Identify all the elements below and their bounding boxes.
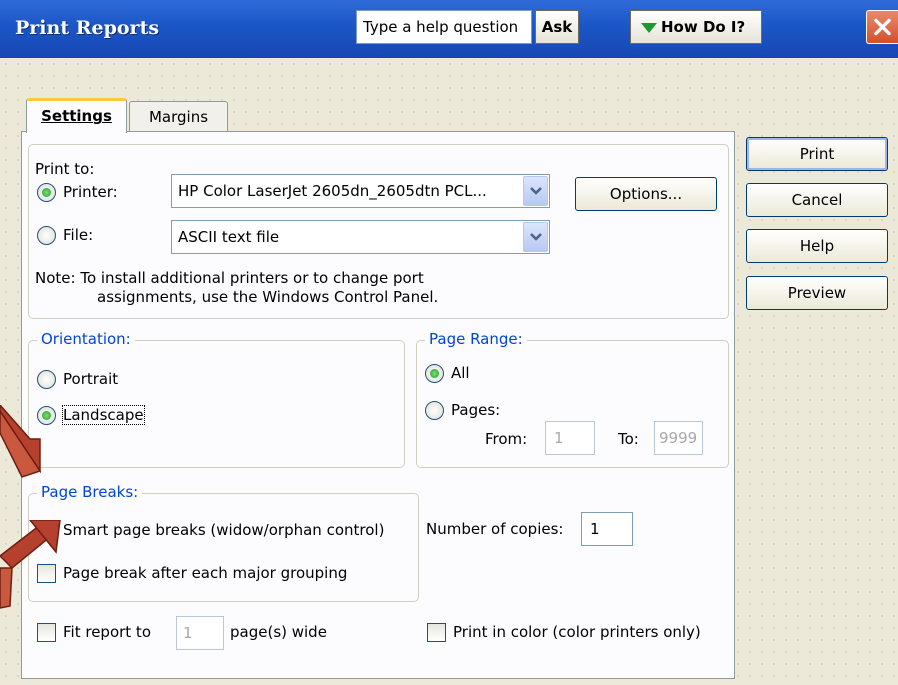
printer-label[interactable]: Printer: — [63, 183, 118, 201]
preview-button[interactable]: Preview — [746, 276, 888, 310]
copies-label: Number of copies: — [426, 520, 564, 538]
all-pages-radio[interactable] — [425, 364, 444, 383]
major-grouping-label[interactable]: Page break after each major grouping — [63, 564, 347, 582]
how-do-i-button[interactable]: How Do I? — [630, 10, 762, 44]
file-radio[interactable] — [37, 226, 56, 245]
pages-radio[interactable] — [425, 401, 444, 420]
print-in-color-checkbox[interactable] — [427, 623, 446, 642]
page-breaks-group: Page Breaks: Smart page breaks (widow/or… — [28, 483, 419, 602]
file-select[interactable]: ASCII text file — [171, 220, 550, 254]
close-icon — [874, 18, 891, 36]
tab-margins[interactable]: Margins — [129, 101, 228, 133]
file-select-value: ASCII text file — [178, 228, 280, 246]
from-input[interactable]: 1 — [545, 421, 595, 455]
to-input[interactable]: 9999 — [654, 421, 703, 455]
printer-dropdown-button[interactable] — [523, 176, 548, 206]
annotation-arrow-page-breaks — [0, 520, 61, 609]
portrait-radio[interactable] — [37, 370, 56, 389]
fit-report-label[interactable]: Fit report to — [63, 623, 151, 641]
from-label: From: — [485, 430, 528, 448]
print-to-label: Print to: — [35, 160, 95, 178]
print-in-color-label[interactable]: Print in color (color printers only) — [453, 623, 701, 641]
tab-settings-label: Settings — [41, 107, 112, 125]
print-button[interactable]: Print — [746, 137, 888, 171]
file-dropdown-button[interactable] — [523, 222, 548, 252]
chevron-down-icon — [530, 233, 542, 241]
title-bar: Print Reports Type a help question Ask H… — [0, 0, 898, 58]
page-range-group: Page Range: All Pages: From: 1 To: 9999 — [416, 330, 729, 468]
orientation-legend: Orientation: — [37, 330, 135, 348]
printer-note-line2: assignments, use the Windows Control Pan… — [97, 288, 439, 306]
close-button[interactable] — [866, 10, 898, 44]
window-title: Print Reports — [15, 17, 160, 39]
all-pages-label[interactable]: All — [451, 364, 470, 382]
settings-panel: Print to: Printer: HP Color LaserJet 260… — [21, 131, 735, 679]
triangle-down-icon — [641, 23, 657, 33]
options-button[interactable]: Options... — [575, 177, 717, 211]
tab-margins-label: Margins — [148, 108, 209, 126]
fit-report-suffix: page(s) wide — [230, 623, 327, 641]
chevron-down-icon — [530, 187, 542, 195]
page-breaks-legend: Page Breaks: — [37, 483, 143, 501]
file-label[interactable]: File: — [63, 226, 93, 244]
print-to-group: Print to: Printer: HP Color LaserJet 260… — [28, 144, 729, 319]
ask-button[interactable]: Ask — [535, 10, 579, 44]
how-do-i-label: How Do I? — [661, 18, 746, 36]
fit-pages-input[interactable]: 1 — [176, 616, 224, 650]
help-button[interactable]: Help — [746, 229, 888, 263]
fit-report-checkbox[interactable] — [37, 623, 56, 642]
pages-label[interactable]: Pages: — [451, 401, 500, 419]
annotation-arrow-landscape — [0, 405, 42, 478]
landscape-label[interactable]: Landscape — [62, 405, 145, 425]
portrait-label[interactable]: Portrait — [63, 370, 118, 388]
printer-select[interactable]: HP Color LaserJet 2605dn_2605dtn PCL... — [171, 174, 550, 208]
to-label: To: — [618, 430, 639, 448]
printer-select-value: HP Color LaserJet 2605dn_2605dtn PCL... — [178, 182, 487, 200]
orientation-group: Orientation: Portrait Landscape — [28, 330, 405, 468]
tab-settings[interactable]: Settings — [26, 98, 127, 133]
printer-note-line1: Note: To install additional printers or … — [35, 269, 424, 287]
cancel-button[interactable]: Cancel — [746, 183, 888, 217]
copies-input[interactable]: 1 — [581, 512, 633, 546]
page-range-legend: Page Range: — [425, 330, 527, 348]
smart-page-breaks-label[interactable]: Smart page breaks (widow/orphan control) — [63, 521, 384, 539]
help-question-input[interactable]: Type a help question — [356, 10, 532, 44]
printer-radio[interactable] — [37, 183, 56, 202]
